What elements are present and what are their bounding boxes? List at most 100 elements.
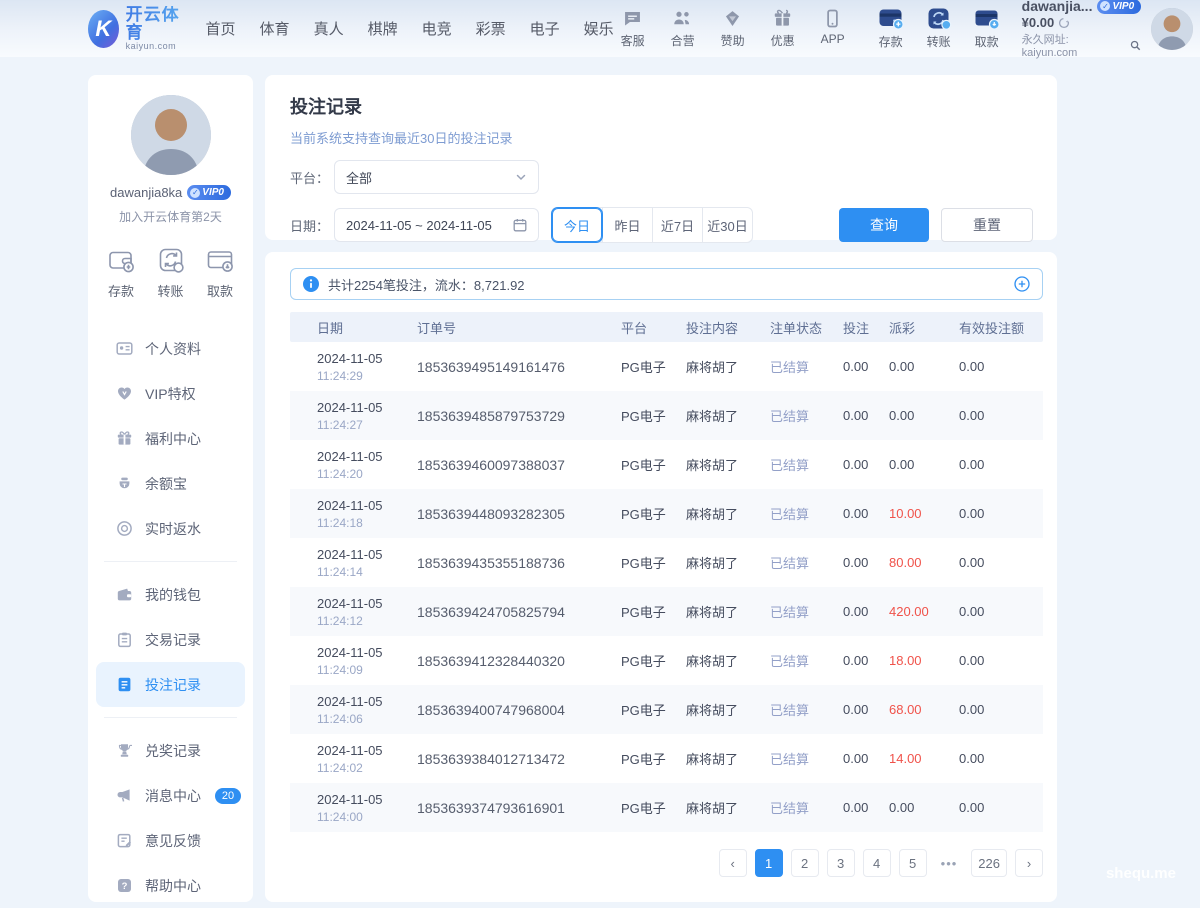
sidebar-item-label: 消息中心: [145, 786, 201, 806]
topbar-action-sponsor[interactable]: 赞助: [714, 8, 752, 49]
topbar-action-withdraw[interactable]: 取款: [968, 7, 1006, 50]
cell-date: 2024-11-0511:24:14: [317, 547, 417, 579]
nav-item[interactable]: 娱乐: [584, 18, 614, 39]
magnifier-icon[interactable]: [1130, 40, 1141, 51]
sidebar-item-label: 个人资料: [145, 339, 201, 359]
cell-content: 麻将胡了: [686, 651, 770, 670]
profile-avatar[interactable]: [131, 95, 211, 175]
sidebar-item-label: 余额宝: [145, 474, 187, 494]
cell-status: 已结算: [770, 455, 843, 474]
main-nav: 首页 体育 真人 棋牌 电竞 彩票 电子 娱乐: [206, 18, 614, 39]
wallet-icon: [116, 586, 133, 603]
header-username[interactable]: dawanjia...: [1022, 0, 1093, 14]
page-number-button[interactable]: 1: [755, 849, 783, 877]
range-preset-button[interactable]: 昨日: [602, 208, 652, 242]
topbar-action-partners[interactable]: 合营: [664, 8, 702, 49]
cell-valid: 0.00: [959, 555, 1043, 570]
cell-content: 麻将胡了: [686, 798, 770, 817]
cell-valid: 0.00: [959, 800, 1043, 815]
join-note: 加入开云体育第2天: [119, 208, 222, 225]
summary-text: 共计2254笔投注，流水：8,721.92: [328, 275, 525, 294]
sidebar-item-vip[interactable]: VIP特权: [88, 371, 253, 416]
topbar-action-chat[interactable]: 客服: [614, 8, 652, 49]
topbar-action-transfer[interactable]: 转账: [920, 7, 958, 50]
sidebar-item-profile[interactable]: 个人资料: [88, 326, 253, 371]
sidebar-item-label: 意见反馈: [145, 831, 201, 851]
sidebar-item-rebate[interactable]: 实时返水: [88, 506, 253, 551]
sidebar-item-messages[interactable]: 消息中心20: [88, 773, 253, 818]
topbar-action-deposit[interactable]: 存款: [872, 7, 910, 50]
cell-valid: 0.00: [959, 506, 1043, 521]
cell-date: 2024-11-0511:24:06: [317, 694, 417, 726]
platform-select-value: 全部: [346, 168, 372, 187]
page-number-button[interactable]: 226: [971, 849, 1007, 877]
sidebar-item-label: 福利中心: [145, 429, 201, 449]
page-number-button[interactable]: 4: [863, 849, 891, 877]
nav-item[interactable]: 彩票: [476, 18, 506, 39]
sidebar-item-label: 交易记录: [145, 630, 201, 650]
range-preset-button[interactable]: 近7日: [652, 208, 702, 242]
nav-item[interactable]: 真人: [314, 18, 344, 39]
sidebar-item-prizes[interactable]: 兑奖记录: [88, 728, 253, 773]
cell-status: 已结算: [770, 602, 843, 621]
page-number-button[interactable]: 2: [791, 849, 819, 877]
cell-order: 1853639412328440320: [417, 653, 621, 669]
cell-content: 麻将胡了: [686, 749, 770, 768]
expand-summary-icon[interactable]: [1014, 276, 1030, 292]
page-prev-button[interactable]: ‹: [719, 849, 747, 877]
records-card: 共计2254笔投注，流水：8,721.92 日期订单号平台投注内容注单状态投注派…: [265, 252, 1057, 902]
sidebar-item-help[interactable]: ?帮助中心: [88, 863, 253, 908]
platform-select[interactable]: 全部: [334, 160, 539, 194]
site-logo[interactable]: K 开云体育 kaiyun.com: [88, 6, 184, 51]
nav-item[interactable]: 电子: [530, 18, 560, 39]
sidebar-item-transactions[interactable]: 交易记录: [88, 617, 253, 662]
nav-item[interactable]: 电竞: [422, 18, 452, 39]
withdraw-icon: [974, 7, 1000, 30]
cell-bet: 0.00: [843, 555, 889, 570]
messages-icon: [116, 787, 133, 804]
transfer-icon: [926, 7, 952, 30]
column-header: 投注内容: [686, 318, 770, 337]
topbar-action-app[interactable]: APP: [814, 8, 852, 49]
sidebar-item-wallet[interactable]: 我的钱包: [88, 572, 253, 617]
sidebar-item-welfare[interactable]: 福利中心: [88, 416, 253, 461]
cell-status: 已结算: [770, 553, 843, 572]
sidebar-item-bets[interactable]: 投注记录: [96, 662, 245, 707]
range-preset-button[interactable]: 近30日: [702, 208, 752, 242]
app-icon: [822, 8, 843, 29]
cell-bet: 0.00: [843, 359, 889, 374]
page-number-button[interactable]: 3: [827, 849, 855, 877]
nav-item[interactable]: 棋牌: [368, 18, 398, 39]
cell-status: 已结算: [770, 504, 843, 523]
table-header-row: 日期订单号平台投注内容注单状态投注派彩有效投注额: [290, 312, 1043, 342]
cell-platform: PG电子: [621, 798, 686, 817]
reset-button[interactable]: 重置: [941, 208, 1033, 242]
nav-item[interactable]: 体育: [260, 18, 290, 39]
quick-action-withdraw-outline[interactable]: 取款: [205, 245, 235, 300]
quick-action-transfer-outline[interactable]: 转账: [156, 245, 186, 300]
page-number-button[interactable]: 5: [899, 849, 927, 877]
sidebar-item-label: 我的钱包: [145, 585, 201, 605]
promo-icon: [772, 8, 793, 29]
summary-bar: 共计2254笔投注，流水：8,721.92: [290, 268, 1043, 300]
menu-divider: [104, 717, 237, 718]
topbar-action-promo[interactable]: 优惠: [764, 8, 802, 49]
header-avatar[interactable]: [1151, 8, 1193, 50]
profile-vip-badge: ✓VIP0: [187, 185, 231, 200]
cell-order: 1853639448093282305: [417, 506, 621, 522]
search-button[interactable]: 查询: [839, 208, 929, 242]
refresh-balance-icon[interactable]: [1058, 17, 1070, 29]
topbar-action-label: 取款: [975, 33, 999, 50]
range-preset-button[interactable]: 今日: [552, 208, 602, 242]
topbar-action-label: 合营: [671, 32, 695, 49]
page-next-button[interactable]: ›: [1015, 849, 1043, 877]
cell-payout: 0.00: [889, 800, 959, 815]
sidebar-item-yuebao[interactable]: 余额宝: [88, 461, 253, 506]
quick-action-deposit-outline[interactable]: 存款: [106, 245, 136, 300]
date-range-input[interactable]: 2024-11-05 ~ 2024-11-05: [334, 208, 539, 242]
nav-item[interactable]: 首页: [206, 18, 236, 39]
svg-text:?: ?: [122, 881, 128, 892]
sidebar-item-feedback[interactable]: 意见反馈: [88, 818, 253, 863]
info-icon: [303, 276, 319, 292]
cell-status: 已结算: [770, 749, 843, 768]
